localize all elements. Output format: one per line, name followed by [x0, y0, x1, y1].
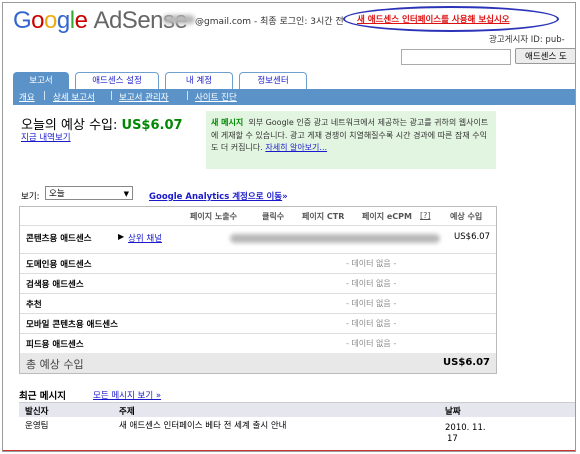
table-row: 피드용 애드센스 - 데이터 없음 - — [20, 333, 496, 353]
table-row: 콘텐츠용 애드센스 ▶ 상위 채널 US$6.07 — [20, 225, 496, 250]
row-value: - 데이터 없음 - — [346, 259, 397, 268]
google-adsense-logo[interactable]: Google AdSense — [13, 7, 188, 35]
bottom-divider — [3, 450, 575, 451]
table-row: 도메인용 애드센스 - 데이터 없음 - — [20, 253, 496, 273]
recent-messages-title: 최근 메시지 — [19, 391, 67, 402]
message-body: 외부 Google 인증 광고 네트워크에서 제공하는 광고를 귀하의 웹사이트… — [211, 118, 489, 152]
message-date: 2010. 11. — [445, 423, 486, 433]
total-label: 총 예상 수입 — [26, 358, 84, 371]
row-value: - 데이터 없음 - — [346, 279, 397, 288]
col-page-ctr: 페이지 CTR — [302, 212, 345, 221]
col-page-ecpm: 페이지 eCPM — [362, 212, 412, 221]
subnav-report-manager[interactable]: 보고서 관리자 — [119, 91, 169, 103]
col-page-impressions: 페이지 노출수 — [190, 212, 237, 221]
publisher-id: 광고게시자 ID: pub- — [489, 35, 565, 45]
help-icon[interactable]: [?] — [420, 211, 431, 220]
col-est-earnings: 예상 수입 — [450, 212, 483, 221]
analytics-link[interactable]: Google Analytics 계정으로 이동» — [149, 190, 288, 202]
message-title: 새 메시지 — [211, 118, 244, 127]
redacted-email — [163, 15, 195, 24]
table-row: 추천 - 데이터 없음 - — [20, 293, 496, 313]
tab-my-account[interactable]: 내 계정 — [165, 72, 233, 89]
row-value: - 데이터 없음 - — [346, 299, 397, 308]
new-interface-link[interactable]: 새 애드센스 인터페이스를 사용해 보십시오 — [357, 13, 510, 25]
dropdown-arrow-icon: ▼ — [123, 190, 129, 198]
message-sender: 운영팀 — [25, 421, 49, 431]
message-date-day: 17 — [447, 434, 458, 444]
view-now-link[interactable]: 지금 내역보기 — [21, 131, 71, 143]
subnav-detailed-reports[interactable]: 상세 보고서 — [53, 91, 95, 103]
view-selected-value: 오늘 — [49, 189, 65, 199]
tab-info-center[interactable]: 정보센터 — [239, 72, 307, 89]
row-label: 도메인용 애드센스 — [26, 260, 92, 270]
messages-header: 발신자 주제 날짜 — [19, 402, 575, 417]
tab-reports[interactable]: 보고서 — [13, 72, 69, 89]
row-label: 피드용 애드센스 — [26, 340, 84, 350]
redacted-metrics — [230, 234, 440, 243]
row-label: 콘텐츠용 애드센스 — [26, 234, 92, 244]
view-range-select[interactable]: 오늘 ▼ — [45, 186, 133, 200]
message-subject[interactable]: 새 애드센스 인터페이스 베타 전 세계 출시 안내 — [119, 419, 287, 431]
today-earnings-amount: US$6.07 — [121, 118, 183, 133]
total-row: 총 예상 수입 US$6.07 — [20, 353, 496, 373]
row-label: 추천 — [26, 300, 42, 310]
table-row: 검색용 애드센스 - 데이터 없음 - — [20, 273, 496, 293]
triangle-right-icon: ▶ — [118, 232, 125, 241]
search-button[interactable]: 애드센스 도 — [515, 48, 575, 64]
sub-navigation: 개요 | 상세 보고서 | 보고서 관리자 | 사이트 진단 — [13, 89, 575, 105]
view-label: 보기: — [21, 192, 40, 202]
email-suffix: @gmail.com — [195, 17, 252, 27]
message-row[interactable]: 운영팀 새 애드센스 인터페이스 베타 전 세계 출시 안내 2010. 11.… — [19, 417, 575, 451]
col-clicks: 클릭수 — [262, 212, 285, 221]
col-subject: 주제 — [119, 407, 135, 417]
row-value: - 데이터 없음 - — [346, 339, 397, 348]
tab-adsense-settings[interactable]: 애드센스 설정 — [75, 72, 159, 89]
col-date: 날짜 — [445, 407, 461, 417]
adsense-window: Google AdSense @gmail.com - 최종 로그인: 3시간 전… — [2, 2, 576, 452]
row-label: 검색용 애드센스 — [26, 280, 84, 290]
learn-more-link[interactable]: 자세히 알아보기... — [265, 143, 327, 152]
row-value: - 데이터 없음 - — [346, 319, 397, 328]
last-login: - 최종 로그인: 3시간 전 — [253, 17, 344, 27]
total-value: US$6.07 — [443, 357, 490, 368]
subnav-site-diagnostics[interactable]: 사이트 진단 — [195, 91, 237, 103]
top-channels-link[interactable]: 상위 채널 — [128, 232, 162, 244]
new-message-box: 새 메시지 외부 Google 인증 광고 네트워크에서 제공하는 광고를 귀하… — [206, 111, 496, 169]
col-sender: 발신자 — [25, 407, 49, 417]
account-info: @gmail.com - 최종 로그인: 3시간 전 — [163, 14, 344, 27]
view-all-messages-link[interactable]: 모든 메시지 보기 » — [93, 389, 161, 401]
row-value: US$6.07 — [454, 232, 490, 242]
row-label: 모바일 콘텐츠용 애드센스 — [26, 320, 118, 330]
table-row: 모바일 콘텐츠용 애드센스 - 데이터 없음 - — [20, 313, 496, 333]
subnav-overview[interactable]: 개요 — [19, 91, 35, 103]
search-input[interactable] — [401, 49, 511, 65]
report-table: 페이지 노출수 클릭수 페이지 CTR 페이지 eCPM [?] 예상 수입 콘… — [19, 206, 497, 374]
